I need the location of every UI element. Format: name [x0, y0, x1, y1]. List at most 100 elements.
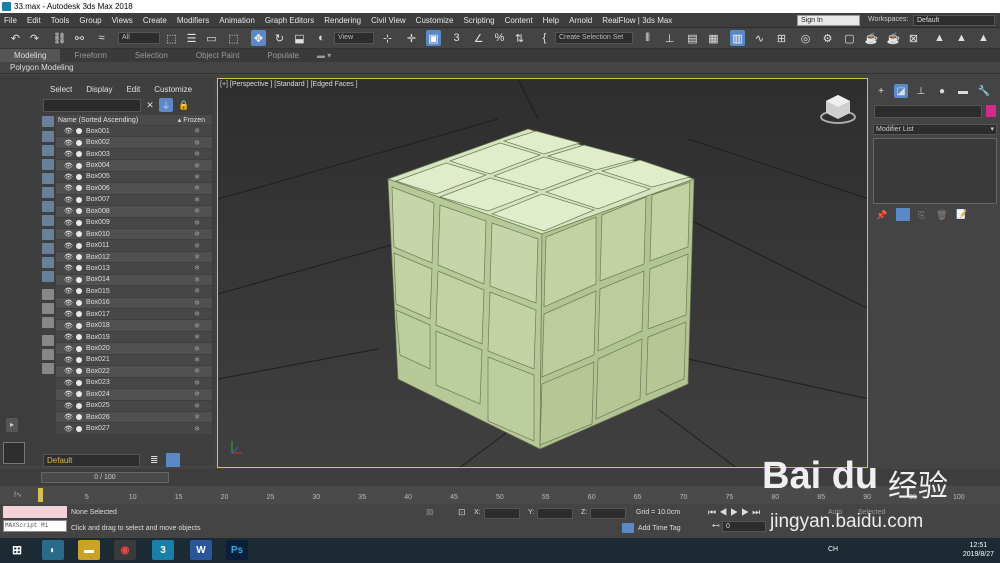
- display-none-toggle-icon[interactable]: [42, 303, 54, 314]
- file-explorer-icon[interactable]: ▬: [78, 540, 100, 560]
- display-xrefs-icon[interactable]: [42, 229, 54, 240]
- material-editor-icon[interactable]: ◎: [798, 30, 813, 46]
- freeze-toggle-icon[interactable]: ❄: [194, 322, 200, 330]
- rectangular-selection-icon[interactable]: ▭: [204, 30, 219, 46]
- remove-modifier-icon[interactable]: 🗑: [936, 210, 947, 221]
- z-coordinate-field[interactable]: [590, 508, 626, 519]
- render-iterative-icon[interactable]: ☕: [886, 30, 901, 46]
- toggle-layer-explorer-icon[interactable]: ▦: [706, 30, 721, 46]
- filter-options-icon[interactable]: [42, 335, 54, 346]
- modify-tab-icon[interactable]: ◪: [894, 84, 908, 98]
- freeze-toggle-icon[interactable]: ❄: [194, 196, 200, 204]
- freeze-toggle-icon[interactable]: ❄: [194, 162, 200, 170]
- invert-display-icon[interactable]: [42, 317, 54, 328]
- select-and-place-icon[interactable]: ◐: [314, 30, 329, 46]
- freeze-toggle-icon[interactable]: ❄: [194, 390, 200, 398]
- explorer-menu-edit[interactable]: Edit: [126, 85, 140, 94]
- table-row[interactable]: 👁 Box023 ❄: [56, 377, 212, 390]
- reference-coordinate-dropdown[interactable]: View: [334, 32, 374, 44]
- freeze-toggle-icon[interactable]: ❄: [194, 150, 200, 158]
- input-language[interactable]: CH: [828, 546, 838, 553]
- freeze-toggle-icon[interactable]: ❄: [194, 299, 200, 307]
- curve-editor-icon[interactable]: ∿: [752, 30, 767, 46]
- freeze-toggle-icon[interactable]: ❄: [194, 264, 200, 272]
- table-row[interactable]: 👁 Box021 ❄: [56, 354, 212, 367]
- table-row[interactable]: 👁 Box003 ❄: [56, 148, 212, 161]
- visibility-eye-icon[interactable]: 👁: [64, 139, 73, 147]
- display-none-icon[interactable]: [42, 116, 54, 127]
- display-tab-icon[interactable]: ▬: [956, 84, 970, 98]
- menu-views[interactable]: Views: [112, 16, 133, 25]
- mirror-icon[interactable]: ⫴: [640, 30, 655, 46]
- snaps-toggle-icon[interactable]: 3: [449, 30, 464, 46]
- spinner-snap-icon[interactable]: ⇅: [512, 30, 527, 46]
- menu-rendering[interactable]: Rendering: [324, 16, 361, 25]
- visibility-eye-icon[interactable]: 👁: [64, 299, 73, 307]
- table-row[interactable]: 👁 Box027 ❄: [56, 423, 212, 435]
- table-row[interactable]: 👁 Box004 ❄: [56, 160, 212, 172]
- angle-snap-icon[interactable]: ∠: [471, 30, 486, 46]
- visibility-eye-icon[interactable]: 👁: [64, 379, 73, 387]
- menu-help[interactable]: Help: [543, 16, 559, 25]
- display-groups-icon[interactable]: [42, 215, 54, 226]
- freeze-toggle-icon[interactable]: ❄: [194, 139, 200, 147]
- freeze-toggle-icon[interactable]: ❄: [194, 207, 200, 215]
- select-object-icon[interactable]: ⬚: [164, 30, 179, 46]
- menu-edit[interactable]: Edit: [27, 16, 41, 25]
- select-by-name-icon[interactable]: ☰: [184, 30, 199, 46]
- menu-animation[interactable]: Animation: [219, 16, 255, 25]
- maxscript-listener-top[interactable]: [3, 506, 67, 518]
- visibility-eye-icon[interactable]: 👁: [64, 402, 73, 410]
- viewport-label-menu[interactable]: [+] [Perspective ] [Standard ] [Edged Fa…: [220, 81, 358, 88]
- filter-icon[interactable]: ⏚: [159, 98, 173, 112]
- visibility-eye-icon[interactable]: 👁: [64, 219, 73, 227]
- freeze-toggle-icon[interactable]: ❄: [194, 127, 200, 135]
- visibility-eye-icon[interactable]: 👁: [64, 345, 73, 353]
- table-row[interactable]: 👁 Box005 ❄: [56, 171, 212, 184]
- menu-content[interactable]: Content: [505, 16, 533, 25]
- freeze-toggle-icon[interactable]: ❄: [194, 356, 200, 364]
- freeze-toggle-icon[interactable]: ❄: [194, 173, 200, 181]
- visibility-eye-icon[interactable]: 👁: [64, 322, 73, 330]
- unlink-icon[interactable]: ⚯: [72, 30, 87, 46]
- table-row[interactable]: 👁 Box006 ❄: [56, 183, 212, 195]
- table-row[interactable]: 👁 Box024 ❄: [56, 389, 212, 401]
- table-row[interactable]: 👁 Box016 ❄: [56, 297, 212, 309]
- select-and-scale-icon[interactable]: ⬓: [292, 30, 307, 46]
- visibility-eye-icon[interactable]: 👁: [64, 207, 73, 215]
- freeze-toggle-icon[interactable]: ❄: [194, 402, 200, 410]
- freeze-toggle-icon[interactable]: ❄: [194, 345, 200, 353]
- menu-modifiers[interactable]: Modifiers: [177, 16, 209, 25]
- pivot-center-icon[interactable]: ⊹: [380, 30, 395, 46]
- table-row[interactable]: 👁 Box008 ❄: [56, 206, 212, 218]
- link-icon[interactable]: ⛓: [52, 30, 67, 46]
- redo-icon[interactable]: ↷: [27, 30, 42, 46]
- select-and-rotate-icon[interactable]: ↻: [272, 30, 287, 46]
- table-row[interactable]: 👁 Box002 ❄: [56, 137, 212, 149]
- display-bones-icon[interactable]: [42, 243, 54, 254]
- display-geometry-icon[interactable]: [42, 131, 54, 142]
- menu-group[interactable]: Group: [79, 16, 101, 25]
- object-color-swatch[interactable]: [986, 105, 996, 117]
- render-production-icon[interactable]: ☕: [864, 30, 879, 46]
- menu-customize[interactable]: Customize: [416, 16, 454, 25]
- table-row[interactable]: 👁 Box014 ❄: [56, 274, 212, 287]
- tab-populate[interactable]: Populate: [253, 49, 313, 62]
- current-frame-field[interactable]: 0: [722, 521, 766, 532]
- freeze-toggle-icon[interactable]: ❄: [194, 287, 200, 295]
- table-row[interactable]: 👁 Box013 ❄: [56, 263, 212, 275]
- display-frozen-icon[interactable]: [42, 271, 54, 282]
- toggle-scene-explorer-icon[interactable]: ▤: [685, 30, 700, 46]
- visibility-eye-icon[interactable]: 👁: [64, 310, 73, 318]
- visibility-eye-icon[interactable]: 👁: [64, 162, 73, 170]
- display-cameras-icon[interactable]: [42, 173, 54, 184]
- visibility-eye-icon[interactable]: 👁: [64, 367, 73, 375]
- start-button-icon[interactable]: ⊞: [6, 540, 28, 560]
- scene-explorer-toggle-icon[interactable]: [166, 453, 180, 467]
- visibility-eye-icon[interactable]: 👁: [64, 253, 73, 261]
- display-lights-icon[interactable]: [42, 159, 54, 170]
- table-row[interactable]: 👁 Box010 ❄: [56, 228, 212, 241]
- table-row[interactable]: 👁 Box017 ❄: [56, 309, 212, 321]
- show-end-result-icon[interactable]: [896, 208, 910, 221]
- explorer-search-input[interactable]: [43, 99, 141, 112]
